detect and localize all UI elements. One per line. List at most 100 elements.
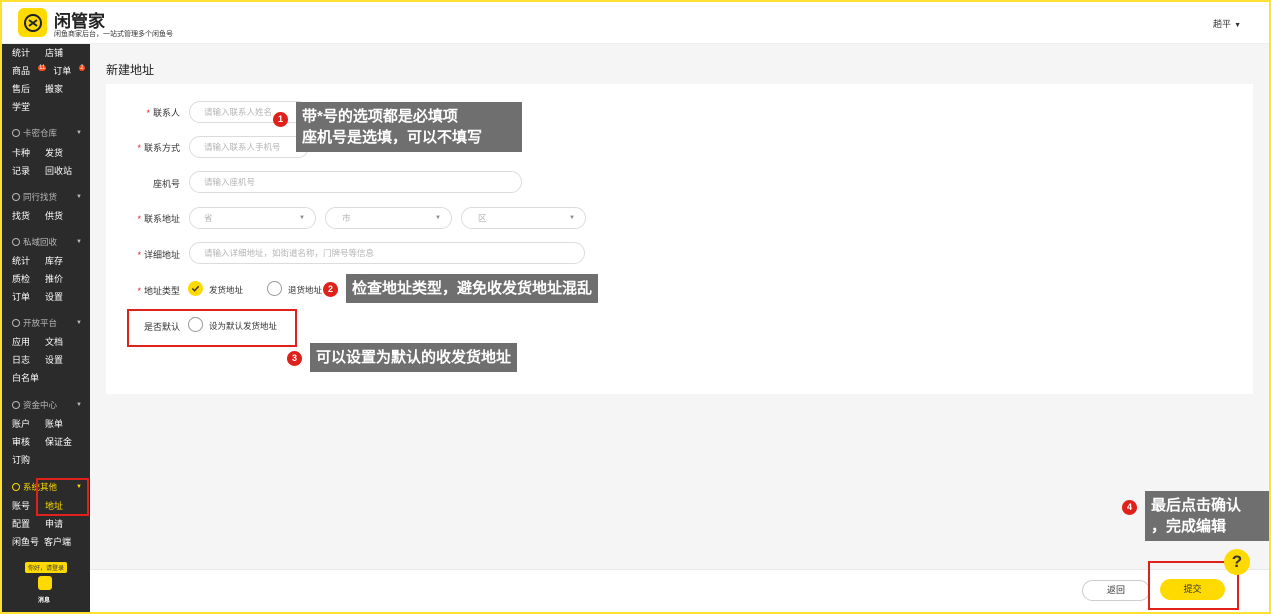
ship-address-label[interactable]: 发货地址	[209, 284, 243, 296]
sidebar-item-price-push[interactable]: 推价	[45, 272, 63, 285]
section-label: 开放平台	[23, 318, 58, 328]
contact-name-input[interactable]: 请输入联系人姓名	[189, 101, 309, 123]
sidebar-item-account[interactable]: 账户	[12, 417, 30, 430]
message-icon[interactable]	[38, 576, 52, 590]
district-select[interactable]: 区 ▼	[461, 207, 586, 229]
sidebar-item-whitelist[interactable]: 白名单	[12, 371, 39, 384]
app-tagline: 闲鱼商家后台，一站式管理多个闲鱼号	[54, 31, 173, 38]
sidebar-item-docs[interactable]: 文档	[45, 335, 63, 348]
sidebar-row: 学堂	[12, 100, 30, 113]
sidebar-item-inventory[interactable]: 库存	[45, 254, 63, 267]
sidebar-section-open[interactable]: 开放平台 ▼	[12, 317, 82, 329]
sidebar-item-recycle-stats[interactable]: 统计	[12, 254, 30, 267]
label-text: 地址类型	[143, 286, 180, 296]
app-logo-icon[interactable]	[18, 8, 47, 37]
user-menu[interactable]: 趟平 ▼	[1213, 17, 1241, 30]
callout-2: 检查地址类型，避免收发货地址混乱	[346, 274, 599, 303]
sidebar-item-accounts[interactable]: 账号	[12, 499, 30, 512]
callout-2-number: 2	[323, 282, 338, 297]
sidebar-item-client[interactable]: 客户端	[44, 535, 71, 548]
callout-4-line2: ，完成编辑	[1151, 518, 1227, 535]
message-label: 消息	[38, 598, 51, 604]
sidebar-section-recycle[interactable]: 私域回收 ▼	[12, 236, 82, 248]
sidebar-item-stats[interactable]: 统计	[12, 46, 30, 59]
default-address-option[interactable]: 设为默认发货地址	[209, 320, 277, 332]
required-mark: *	[137, 286, 141, 296]
sidebar-row: 白名单	[12, 371, 39, 384]
sidebar-item-card-record[interactable]: 记录	[12, 164, 30, 177]
back-button[interactable]: 返回	[1082, 580, 1150, 601]
section-label: 卡密仓库	[23, 128, 58, 138]
address-form-card	[106, 84, 1253, 394]
sidebar-item-label: 订单	[53, 66, 72, 76]
chevron-down-icon: ▼	[76, 239, 82, 245]
orders-count-badge: 2	[79, 65, 85, 71]
callout-3-number: 3	[287, 351, 302, 366]
sidebar-item-goods[interactable]: 商品 11	[12, 64, 47, 78]
detail-address-input[interactable]: 请输入详细地址，如街道名称，门牌号等信息	[189, 242, 585, 264]
sidebar-item-xianyu-id[interactable]: 闲鱼号	[12, 535, 39, 548]
sidebar-item-academy[interactable]: 学堂	[12, 100, 30, 113]
sidebar-item-supply[interactable]: 供货	[45, 209, 63, 222]
sidebar-item-subscribe[interactable]: 订购	[12, 453, 30, 466]
callout-3: 可以设置为默认的收发货地址	[310, 343, 518, 372]
sidebar-item-bill[interactable]: 账单	[45, 417, 63, 430]
sidebar-row: 配置 申请	[12, 517, 63, 530]
ship-address-radio[interactable]	[188, 281, 203, 296]
default-label: 是否默认	[143, 322, 180, 332]
sidebar-item-move[interactable]: 搬家	[45, 82, 63, 95]
sidebar-item-recycle-bin[interactable]: 回收站	[45, 164, 72, 177]
sidebar-item-logs[interactable]: 日志	[12, 353, 30, 366]
sidebar-section-card[interactable]: 卡密仓库 ▼	[12, 127, 82, 139]
landline-input[interactable]: 请输入座机号	[189, 171, 522, 193]
section-label: 私域回收	[23, 237, 58, 247]
sidebar-item-config[interactable]: 配置	[12, 517, 30, 530]
section-label: 资金中心	[23, 400, 58, 410]
sidebar-section-fund[interactable]: 资金中心 ▼	[12, 399, 82, 411]
required-mark: *	[137, 214, 141, 224]
sidebar-item-recycle-orders[interactable]: 订单	[12, 290, 30, 303]
top-header: 闲管家 闲鱼商家后台，一站式管理多个闲鱼号 趟平 ▼	[0, 0, 1271, 44]
sidebar-item-shop[interactable]: 店铺	[45, 46, 63, 59]
sidebar-item-inspection[interactable]: 质检	[12, 272, 30, 285]
sidebar-row: 卡种 发货	[12, 146, 63, 159]
page-title: 新建地址	[106, 63, 155, 77]
sidebar-item-apply[interactable]: 申请	[45, 517, 63, 530]
callout-1-line1: 带*号的选项都是必填项	[302, 108, 458, 125]
return-address-radio[interactable]	[267, 281, 282, 296]
default-address-radio[interactable]	[188, 317, 203, 332]
check-square-icon	[12, 319, 20, 327]
sidebar-row: 记录 回收站	[12, 164, 72, 177]
required-mark: *	[137, 143, 141, 153]
sidebar-section-peer[interactable]: 同行找货 ▼	[12, 191, 82, 203]
chevron-down-icon: ▼	[569, 215, 575, 221]
sidebar-row: 商品 11 订单 2	[12, 64, 85, 78]
sidebar-item-review[interactable]: 审核	[12, 435, 30, 448]
callout-4-line1: 最后点击确认	[1151, 497, 1242, 514]
return-address-label[interactable]: 退货地址	[288, 284, 322, 296]
sidebar-item-recycle-settings[interactable]: 设置	[45, 290, 63, 303]
login-prompt[interactable]: 你好，请登录	[25, 562, 68, 573]
sidebar-item-apps[interactable]: 应用	[12, 335, 30, 348]
settings-icon	[12, 483, 20, 491]
sidebar-item-open-settings[interactable]: 设置	[45, 353, 63, 366]
sidebar-item-card-ship[interactable]: 发货	[45, 146, 63, 159]
phone-input[interactable]: 请输入联系人手机号	[189, 136, 309, 158]
people-icon	[12, 193, 20, 201]
sidebar-item-deposit[interactable]: 保证金	[45, 435, 72, 448]
label-text: 联系方式	[143, 143, 180, 153]
chevron-down-icon: ▼	[76, 194, 82, 200]
sidebar-item-aftersale[interactable]: 售后	[12, 82, 30, 95]
sidebar-item-card-type[interactable]: 卡种	[12, 146, 30, 159]
sidebar-item-find-goods[interactable]: 找货	[12, 209, 30, 222]
chevron-down-icon: ▼	[1234, 22, 1241, 29]
province-select[interactable]: 省 ▼	[189, 207, 316, 229]
sidebar-row: 找货 供货	[12, 209, 63, 222]
phone-label: * 联系方式	[110, 141, 180, 154]
help-icon[interactable]: ?	[1224, 549, 1250, 575]
city-select[interactable]: 市 ▼	[325, 207, 452, 229]
chevron-down-icon: ▼	[76, 320, 82, 326]
sidebar-row: 审核 保证金	[12, 435, 72, 448]
contact-label: * 联系人	[110, 106, 180, 119]
sidebar-item-orders[interactable]: 订单 2	[53, 64, 85, 78]
